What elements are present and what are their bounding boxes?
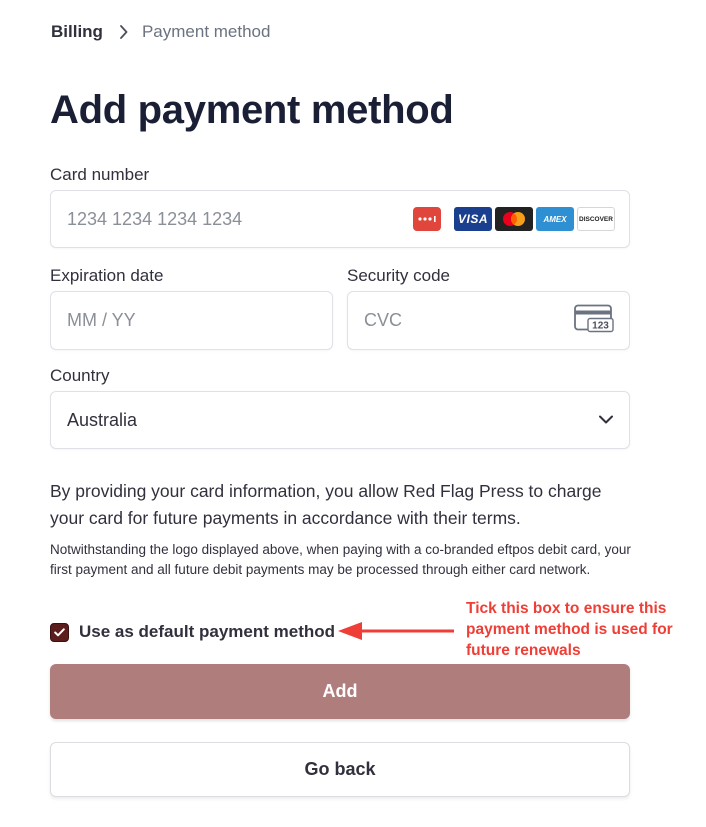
cvc-card-icon: 123 <box>574 304 614 337</box>
expiration-placeholder: MM / YY <box>67 310 136 330</box>
cvc-icon-text: 123 <box>592 320 609 331</box>
annotation-arrow-icon <box>338 622 454 640</box>
security-code-placeholder: CVC <box>364 310 403 330</box>
country-label: Country <box>50 366 110 385</box>
discover-icon: DISCOVER <box>577 207 615 231</box>
security-code-input[interactable]: CVC 123 <box>347 291 630 350</box>
expiration-label: Expiration date <box>50 266 164 285</box>
breadcrumb-billing-link[interactable]: Billing <box>51 22 103 42</box>
default-payment-checkbox-row[interactable]: Use as default payment method <box>50 622 335 642</box>
page-title: Add payment method <box>50 88 454 132</box>
country-value: Australia <box>67 409 138 430</box>
chevron-down-icon <box>599 411 613 429</box>
terms-text: By providing your card information, you … <box>50 481 602 528</box>
chevron-right-icon <box>119 25 128 39</box>
expiration-input[interactable]: MM / YY <box>50 291 333 350</box>
default-payment-checkbox[interactable] <box>50 622 69 642</box>
card-number-label: Card number <box>50 165 150 184</box>
go-back-button[interactable]: Go back <box>50 742 630 797</box>
eftpos-icon <box>413 207 441 231</box>
default-payment-label[interactable]: Use as default payment method <box>79 622 335 642</box>
annotation-callout: Tick this box to ensure this payment met… <box>466 600 673 659</box>
card-number-placeholder: 1234 1234 1234 1234 <box>67 208 243 229</box>
visa-icon: VISA <box>454 207 492 231</box>
add-button[interactable]: Add <box>50 664 630 719</box>
security-code-label: Security code <box>347 266 450 285</box>
breadcrumb-current: Payment method <box>141 22 271 41</box>
country-select[interactable]: Australia <box>50 391 630 449</box>
eftpos-disclaimer: Notwithstanding the logo displayed above… <box>50 542 631 577</box>
card-brand-icons: VISA AMEX DISCOVER <box>413 207 615 231</box>
mastercard-icon <box>495 207 533 231</box>
amex-icon: AMEX <box>536 207 574 231</box>
card-number-input[interactable]: 1234 1234 1234 1234 VISA AMEX DISCOVER <box>50 190 630 248</box>
breadcrumb: Billing Payment method <box>51 22 270 42</box>
